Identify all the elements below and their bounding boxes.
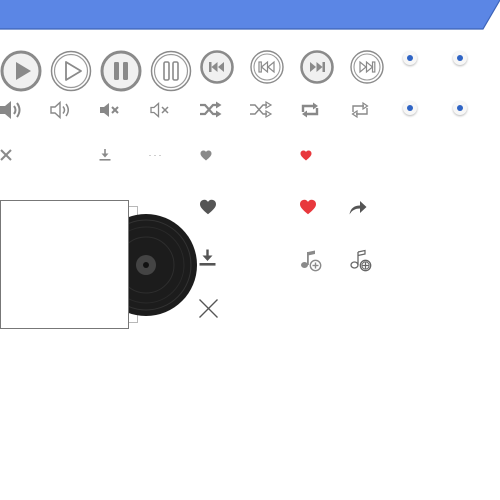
play-large-icon[interactable] — [0, 50, 42, 92]
dash-icon — [149, 155, 161, 157]
radio-dot-icon[interactable] — [403, 51, 417, 65]
pause-large-icon[interactable] — [100, 50, 142, 92]
icon-sprite-sheet — [0, 0, 500, 500]
heart-gray-icon[interactable] — [200, 150, 212, 161]
radio-dot-icon[interactable] — [453, 101, 467, 115]
next-track-icon[interactable] — [300, 50, 334, 84]
volume-icon[interactable] — [0, 100, 22, 120]
mute-icon[interactable] — [100, 101, 120, 119]
next-track-outline-icon[interactable] — [350, 50, 384, 84]
repeat-icon[interactable] — [300, 101, 320, 119]
play-outline-icon[interactable] — [50, 50, 92, 92]
add-to-playlist-icon[interactable] — [300, 250, 322, 272]
previous-track-outline-icon[interactable] — [250, 50, 284, 84]
download-icon[interactable] — [99, 149, 111, 161]
heart-dark-icon[interactable] — [199, 199, 217, 215]
album-cover — [0, 200, 129, 329]
pause-outline-icon[interactable] — [150, 50, 192, 92]
heart-red-large-icon[interactable] — [299, 199, 317, 215]
volume-outline-icon[interactable] — [50, 100, 72, 120]
radio-dot-icon[interactable] — [453, 51, 467, 65]
add-to-playlist-outline-icon[interactable] — [350, 249, 372, 272]
previous-track-icon[interactable] — [200, 50, 234, 84]
radio-dot-icon[interactable] — [403, 101, 417, 115]
mute-outline-icon[interactable] — [150, 101, 170, 119]
shuffle-icon[interactable] — [200, 101, 222, 119]
close-icon[interactable] — [0, 149, 12, 161]
share-icon[interactable] — [349, 200, 367, 215]
repeat-outline-icon[interactable] — [350, 101, 370, 119]
shuffle-outline-icon[interactable] — [250, 100, 273, 119]
header-bar — [0, 0, 500, 30]
close-large-icon[interactable] — [199, 299, 218, 318]
download-large-icon[interactable] — [199, 249, 216, 266]
heart-red-icon[interactable] — [300, 150, 312, 161]
